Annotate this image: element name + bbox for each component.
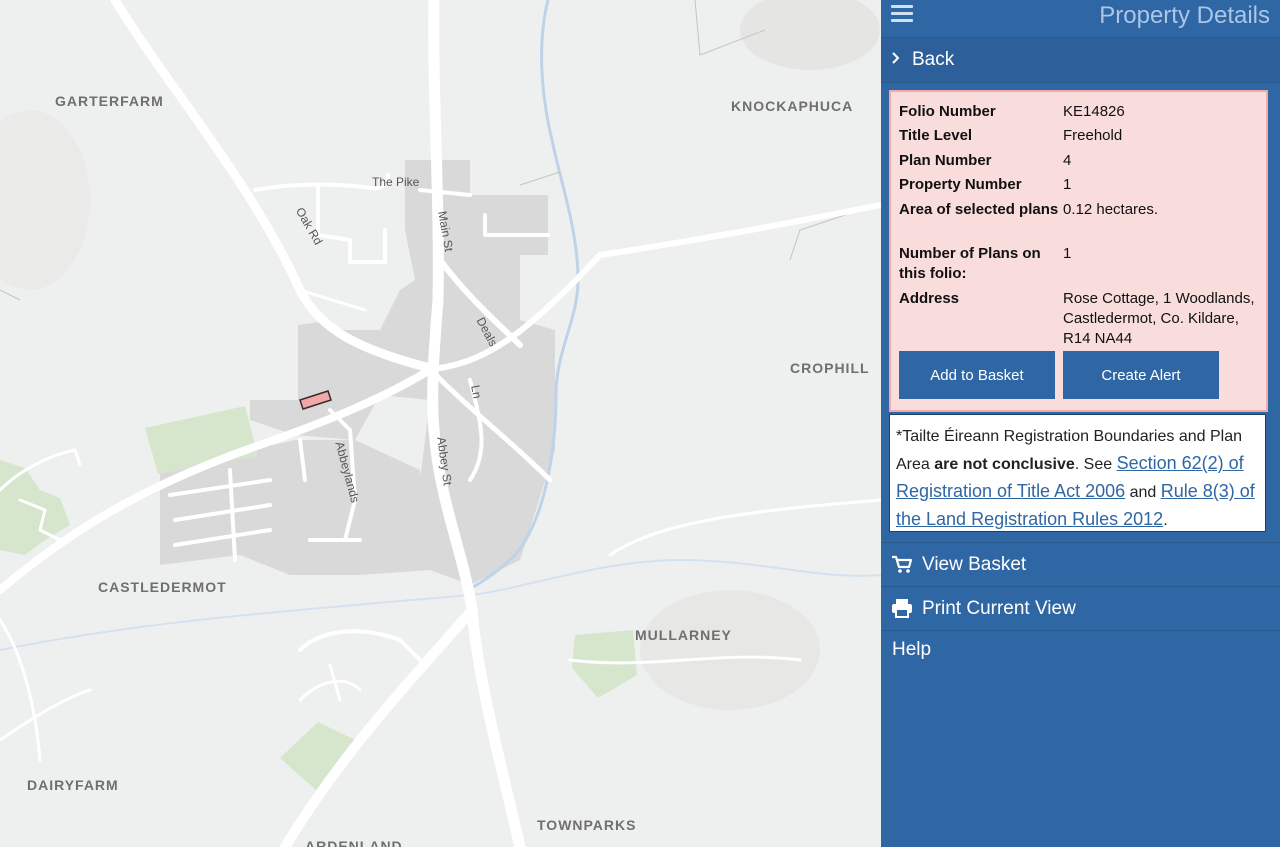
place-label-knockaphuca: KNOCKAPHUCA: [731, 98, 854, 114]
place-label-crophill: CROPHILL: [790, 360, 870, 376]
help-link[interactable]: Help: [892, 639, 931, 661]
place-label-dairyfarm: DAIRYFARM: [27, 777, 119, 793]
title-level-value: Freehold: [1063, 127, 1123, 144]
panel-header: Property Details: [881, 0, 1280, 38]
print-current-view-button[interactable]: Print Current View: [881, 587, 1280, 631]
built-up-areas: [160, 160, 555, 585]
notice-text: . See: [1074, 456, 1117, 473]
map-view[interactable]: GARTERFARM KNOCKAPHUCA CROPHILL CASTLEDE…: [0, 0, 881, 847]
place-label-townparks: TOWNPARKS: [537, 817, 637, 833]
panel-title: Property Details: [1099, 2, 1270, 29]
property-number-label: Property Number: [899, 176, 1022, 193]
num-plans-label: Number of Plans on this folio:: [899, 245, 1041, 282]
create-alert-button[interactable]: Create Alert: [1063, 351, 1219, 399]
map-canvas[interactable]: [0, 0, 881, 847]
place-label-garterfarm: GARTERFARM: [55, 93, 164, 109]
add-to-basket-button[interactable]: Add to Basket: [899, 351, 1055, 399]
area-label: Area of selected plans: [899, 201, 1059, 218]
notice-text: .: [1163, 512, 1168, 529]
terrain-shade: [740, 0, 880, 70]
back-button[interactable]: Back: [881, 38, 1280, 83]
place-label-mullarney: MULLARNEY: [635, 627, 732, 643]
terrain-shade: [640, 590, 820, 710]
registration-notice: *Tailte Éireann Registration Boundaries …: [889, 414, 1266, 532]
property-number-value: 1: [1063, 176, 1072, 193]
view-basket-button[interactable]: View Basket: [881, 542, 1280, 587]
notice-text: and: [1125, 484, 1161, 501]
side-panel: Property Details Back Folio Number KE148…: [881, 0, 1280, 847]
street-label-the-pike: The Pike: [372, 175, 420, 189]
panel-menu: View Basket Print Current View: [881, 542, 1280, 631]
chevron-right-icon: [892, 52, 900, 64]
cart-icon: [892, 555, 913, 573]
title-level-label: Title Level: [899, 127, 973, 144]
num-plans-value: 1: [1063, 245, 1072, 262]
address-value: Rose Cottage, 1 Woodlands, Castledermot,…: [1063, 290, 1255, 347]
plan-number-value: 4: [1063, 152, 1072, 169]
printer-icon: [892, 599, 912, 618]
terrain-shade: [0, 110, 90, 290]
place-label-ardenland: ARDENLAND: [305, 838, 403, 847]
print-current-view-label: Print Current View: [922, 598, 1076, 619]
area-value: 0.12 hectares.: [1063, 201, 1159, 218]
address-label: Address: [899, 290, 960, 307]
view-basket-label: View Basket: [922, 554, 1027, 575]
place-label-castledermot: CASTLEDERMOT: [98, 579, 227, 595]
folio-number-label: Folio Number: [899, 103, 996, 120]
notice-bold: are not conclusive: [934, 456, 1075, 473]
plan-number-label: Plan Number: [899, 152, 992, 169]
hamburger-icon[interactable]: [891, 5, 913, 25]
back-label: Back: [912, 49, 955, 70]
street-label-ln: Ln: [468, 384, 485, 400]
folio-number-value: KE14826: [1063, 103, 1125, 120]
property-details-box: Folio Number KE14826 Title Level Freehol…: [889, 90, 1268, 412]
